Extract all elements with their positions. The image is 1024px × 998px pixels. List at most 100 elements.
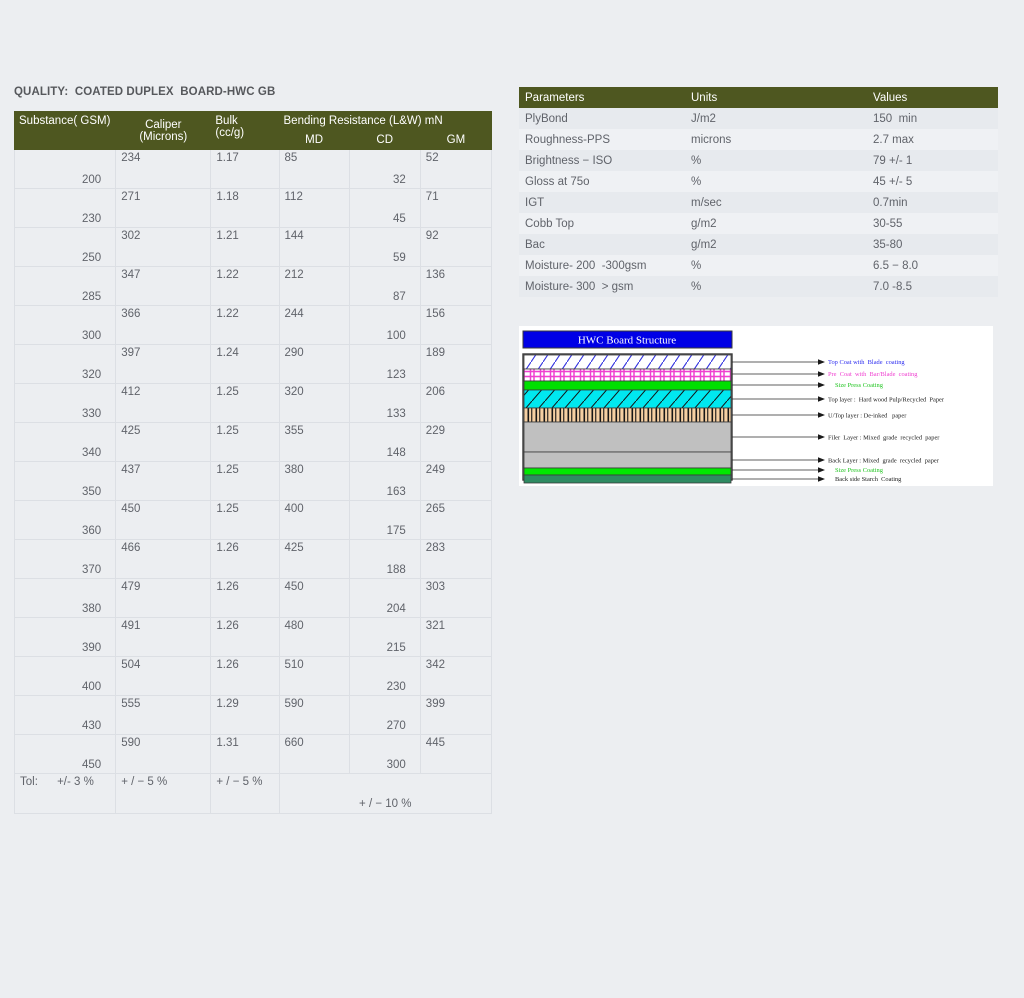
substance-table-header: Substance( GSM) Caliper (Microns) Bulk (… <box>13 111 493 150</box>
parameters-table-body: PlyBond J/m2 150 min Roughness-PPS microns 2.… <box>519 108 998 297</box>
deinked-layer <box>523 407 732 423</box>
cell-cd: 100 <box>348 305 421 345</box>
cell-bulk: 1.24 <box>210 344 280 384</box>
table-row: Bac g/m2 35-80 <box>519 234 998 255</box>
diagram-label-utop-layer: U/Top layer : De-inked paper <box>828 413 907 420</box>
cell-md: 85 <box>278 149 350 189</box>
diagram-label-back-layer: Back Layer : Mixed grade recycled paper <box>828 458 940 465</box>
col-header-bending-resistance: Bending Resistance (L&W) mN <box>278 111 493 131</box>
cell-bulk: 1.22 <box>210 305 280 345</box>
cell-parameter: Moisture- 200 -300gsm <box>519 255 685 276</box>
diagram-canvas: HWC Board Structure Top Coat with Blade … <box>519 326 993 486</box>
cell-md: 290 <box>278 344 350 384</box>
cell-bulk: 1.21 <box>210 227 280 267</box>
tolerance-row: Tol: +/- 3 % + / − 5 % + / − 5 % + / − 10 % <box>13 773 493 814</box>
cell-gm: 342 <box>419 656 493 696</box>
cell-substance-gsm: 370 <box>13 539 117 579</box>
cell-caliper: 491 <box>115 617 212 657</box>
leader-lines <box>732 361 818 480</box>
caliper-line-1: Caliper <box>145 118 182 131</box>
header-row-top: Substance( GSM) Caliper (Microns) Bulk (… <box>13 111 493 150</box>
size-press-back-layer <box>523 467 732 476</box>
cell-bulk: 1.26 <box>210 539 280 579</box>
col-header-units: Units <box>685 87 867 108</box>
cell-md: 112 <box>278 188 350 228</box>
cell-gm: 52 <box>419 149 493 189</box>
cell-gm: 399 <box>419 695 493 735</box>
cell-parameter: Bac <box>519 234 685 255</box>
cell-caliper: 366 <box>115 305 212 345</box>
cell-gm: 303 <box>419 578 493 618</box>
cell-parameter: IGT <box>519 192 685 213</box>
diagram-label-size-press: Size Press Coating <box>835 382 884 389</box>
diagram-title-bar: HWC Board Structure <box>522 330 733 349</box>
cell-cd: 230 <box>348 656 421 696</box>
table-row: 430 555 1.29 590 270 399 <box>13 695 493 735</box>
cell-unit: g/m2 <box>685 213 867 234</box>
cell-caliper: 234 <box>115 149 212 189</box>
col-header-parameters: Parameters <box>519 87 685 108</box>
table-row: 200 234 1.17 85 32 52 <box>13 149 493 189</box>
cell-gm: 206 <box>419 383 493 423</box>
col-header-bulk: Bulk (cc/g) <box>210 111 280 150</box>
cell-caliper: 590 <box>115 734 212 774</box>
cell-substance-gsm: 200 <box>13 149 117 189</box>
cell-bulk: 1.18 <box>210 188 280 228</box>
pre-coat-layer <box>523 368 732 382</box>
cell-cd: 270 <box>348 695 421 735</box>
substance-table: Substance( GSM) Caliper (Microns) Bulk (… <box>13 111 493 814</box>
cell-gm: 92 <box>419 227 493 267</box>
parameters-header-row: Parameters Units Values <box>519 87 998 108</box>
tolerance-label: Tol: +/- 3 % <box>13 773 117 814</box>
tolerance-caliper: + / − 5 % <box>115 773 212 814</box>
cell-cd: 45 <box>348 188 421 228</box>
cell-gm: 445 <box>419 734 493 774</box>
cell-parameter: PlyBond <box>519 108 685 129</box>
layer-stack <box>523 354 732 484</box>
cell-value: 150 min <box>867 108 998 129</box>
cell-caliper: 450 <box>115 500 212 540</box>
board-structure-diagram: HWC Board Structure Top Coat with Blade … <box>519 326 993 486</box>
cell-substance-gsm: 320 <box>13 344 117 384</box>
cell-md: 480 <box>278 617 350 657</box>
substance-table-body: 200 234 1.17 85 32 52 230 271 1.18 112 45 71 250 302 1… <box>13 149 493 814</box>
cell-unit: g/m2 <box>685 234 867 255</box>
cell-parameter: Moisture- 300 > gsm <box>519 276 685 297</box>
cell-cd: 32 <box>348 149 421 189</box>
cell-md: 425 <box>278 539 350 579</box>
cell-cd: 175 <box>348 500 421 540</box>
cell-cd: 87 <box>348 266 421 306</box>
cell-caliper: 302 <box>115 227 212 267</box>
cell-substance-gsm: 430 <box>13 695 117 735</box>
cell-unit: % <box>685 150 867 171</box>
table-row: 340 425 1.25 355 148 229 <box>13 422 493 462</box>
table-row: Moisture- 200 -300gsm% 6.5 − 8.0 <box>519 255 998 276</box>
tolerance-bending: + / − 10 % <box>278 773 493 814</box>
table-row: IGT m/sec 0.7min <box>519 192 998 213</box>
cell-bulk: 1.26 <box>210 656 280 696</box>
diagram-label-top-coat: Top Coat with Blade coating <box>828 359 905 366</box>
cell-unit: % <box>685 276 867 297</box>
table-row: 350 437 1.25 380 163 249 <box>13 461 493 501</box>
cell-caliper: 466 <box>115 539 212 579</box>
cell-value: 6.5 − 8.0 <box>867 255 998 276</box>
col-header-values: Values <box>867 87 998 108</box>
cell-cd: 59 <box>348 227 421 267</box>
cell-unit: J/m2 <box>685 108 867 129</box>
tolerance-bulk: + / − 5 % <box>210 773 280 814</box>
cell-md: 450 <box>278 578 350 618</box>
cell-caliper: 425 <box>115 422 212 462</box>
diagram-label-filler-layer: Filer Layer : Mixed grade recycled paper <box>828 435 940 442</box>
col-header-caliper: Caliper (Microns) <box>115 111 212 150</box>
table-row: 360 450 1.25 400 175 265 <box>13 500 493 540</box>
cell-md: 320 <box>278 383 350 423</box>
cell-bulk: 1.25 <box>210 422 280 462</box>
table-row: 230 271 1.18 112 45 71 <box>13 188 493 228</box>
cell-parameter: Gloss at 75o <box>519 171 685 192</box>
diagram-label-top-layer: Top layer : Hard wood Pulp/Recycled Pape… <box>828 397 945 404</box>
cell-parameter: Cobb Top <box>519 213 685 234</box>
cell-substance-gsm: 330 <box>13 383 117 423</box>
cell-gm: 156 <box>419 305 493 345</box>
cell-md: 660 <box>278 734 350 774</box>
parameters-table: Parameters Units Values PlyBond J/m2 150 m… <box>519 87 998 297</box>
